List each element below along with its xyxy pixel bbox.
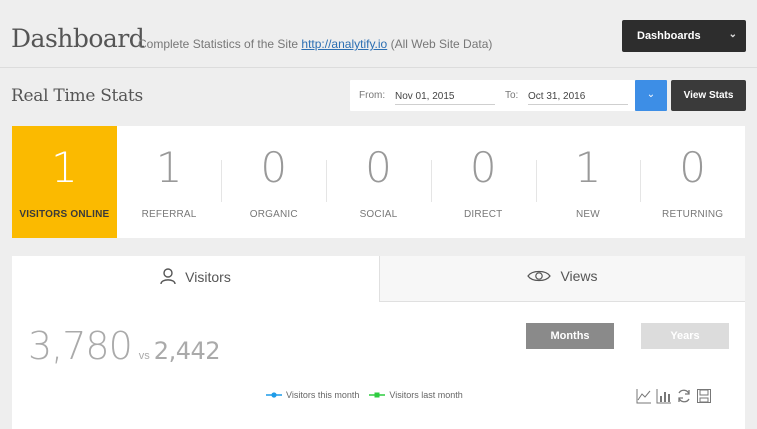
stat-returning[interactable]: 0 RETURNING (640, 126, 745, 238)
view-stats-button[interactable]: View Stats (671, 80, 746, 111)
page-title: Dashboard (11, 24, 145, 53)
stat-label: RETURNING (662, 209, 724, 220)
stat-label: ORGANIC (249, 209, 298, 220)
stat-value: 0 (365, 143, 392, 192)
to-label: To: (505, 90, 519, 101)
visitors-panel: Visitors Views 3,780 vs 2,442 Months Years… (12, 256, 745, 429)
bar-chart-icon[interactable] (656, 388, 672, 404)
user-icon (160, 268, 176, 285)
chart-legend: Visitors this month Visitors last month (266, 390, 463, 400)
stat-label: REFERRAL (141, 209, 197, 220)
subtitle-suffix: (All Web Site Data) (387, 37, 493, 51)
tab-visitors[interactable]: Visitors (12, 256, 379, 302)
tab-visitors-label: Visitors (185, 268, 231, 285)
date-range-box: From: To: (350, 80, 635, 111)
legend-marker-icon (369, 392, 386, 398)
stat-direct[interactable]: 0 DIRECT (430, 126, 536, 238)
stat-visitors-online[interactable]: 1 VISITORS ONLINE (12, 126, 117, 238)
current-visitors-total: 3,780 (28, 324, 133, 368)
dashboards-dropdown[interactable]: Dashboards ⌄ (622, 20, 746, 52)
stats-strip: 1 VISITORS ONLINE 1 REFERRAL 0 ORGANIC 0… (12, 126, 745, 238)
chart-toolbar (636, 388, 712, 404)
stat-value: 0 (679, 143, 707, 192)
refresh-icon[interactable] (676, 388, 692, 404)
previous-visitors-total: 2,442 (153, 337, 221, 365)
visitors-comparison: 3,780 vs 2,442 (28, 324, 221, 368)
eye-icon (527, 270, 552, 282)
tab-views-label: Views (560, 268, 598, 284)
stat-label: DIRECT (464, 209, 503, 220)
from-label: From: (359, 90, 386, 101)
legend-label: Visitors last month (389, 390, 463, 400)
stat-new[interactable]: 1 NEW (535, 126, 641, 238)
stat-social[interactable]: 0 SOCIAL (326, 126, 431, 238)
tab-views[interactable]: Views (379, 256, 745, 302)
page-header: Dashboard Complete Statistics of the Sit… (0, 0, 757, 68)
line-chart-icon[interactable] (636, 388, 652, 404)
page-subtitle: Complete Statistics of the Site http://a… (138, 37, 492, 51)
stat-label: NEW (575, 209, 600, 220)
date-dropdown-button[interactable]: ⌄ (635, 80, 667, 111)
stat-value: 1 (155, 143, 183, 192)
chevron-down-icon: ⌄ (728, 29, 737, 40)
legend-item-last-month[interactable]: Visitors last month (369, 390, 463, 400)
legend-label: Visitors this month (286, 390, 360, 400)
dashboards-label: Dashboards (637, 30, 701, 42)
from-date-input[interactable] (395, 84, 495, 105)
stat-label: VISITORS ONLINE (19, 209, 110, 220)
legend-marker-icon (266, 392, 282, 398)
years-toggle-button[interactable]: Years (641, 323, 729, 349)
stat-value: 1 (574, 143, 602, 192)
stat-organic[interactable]: 0 ORGANIC (221, 126, 326, 238)
to-date-input[interactable] (528, 84, 628, 105)
months-toggle-button[interactable]: Months (526, 323, 614, 349)
legend-item-this-month[interactable]: Visitors this month (266, 390, 359, 400)
stat-value: 0 (260, 143, 288, 192)
subtitle-prefix: Complete Statistics of the Site (138, 37, 302, 51)
site-link[interactable]: http://analytify.io (301, 37, 387, 51)
realtime-title: Real Time Stats (11, 86, 143, 106)
stat-label: SOCIAL (359, 209, 398, 220)
save-icon[interactable] (696, 388, 712, 404)
vs-label: vs (138, 350, 150, 362)
stat-value: 0 (469, 143, 497, 192)
stat-referral[interactable]: 1 REFERRAL (117, 126, 222, 238)
chevron-down-icon: ⌄ (646, 89, 656, 100)
stat-value: 1 (50, 143, 78, 192)
